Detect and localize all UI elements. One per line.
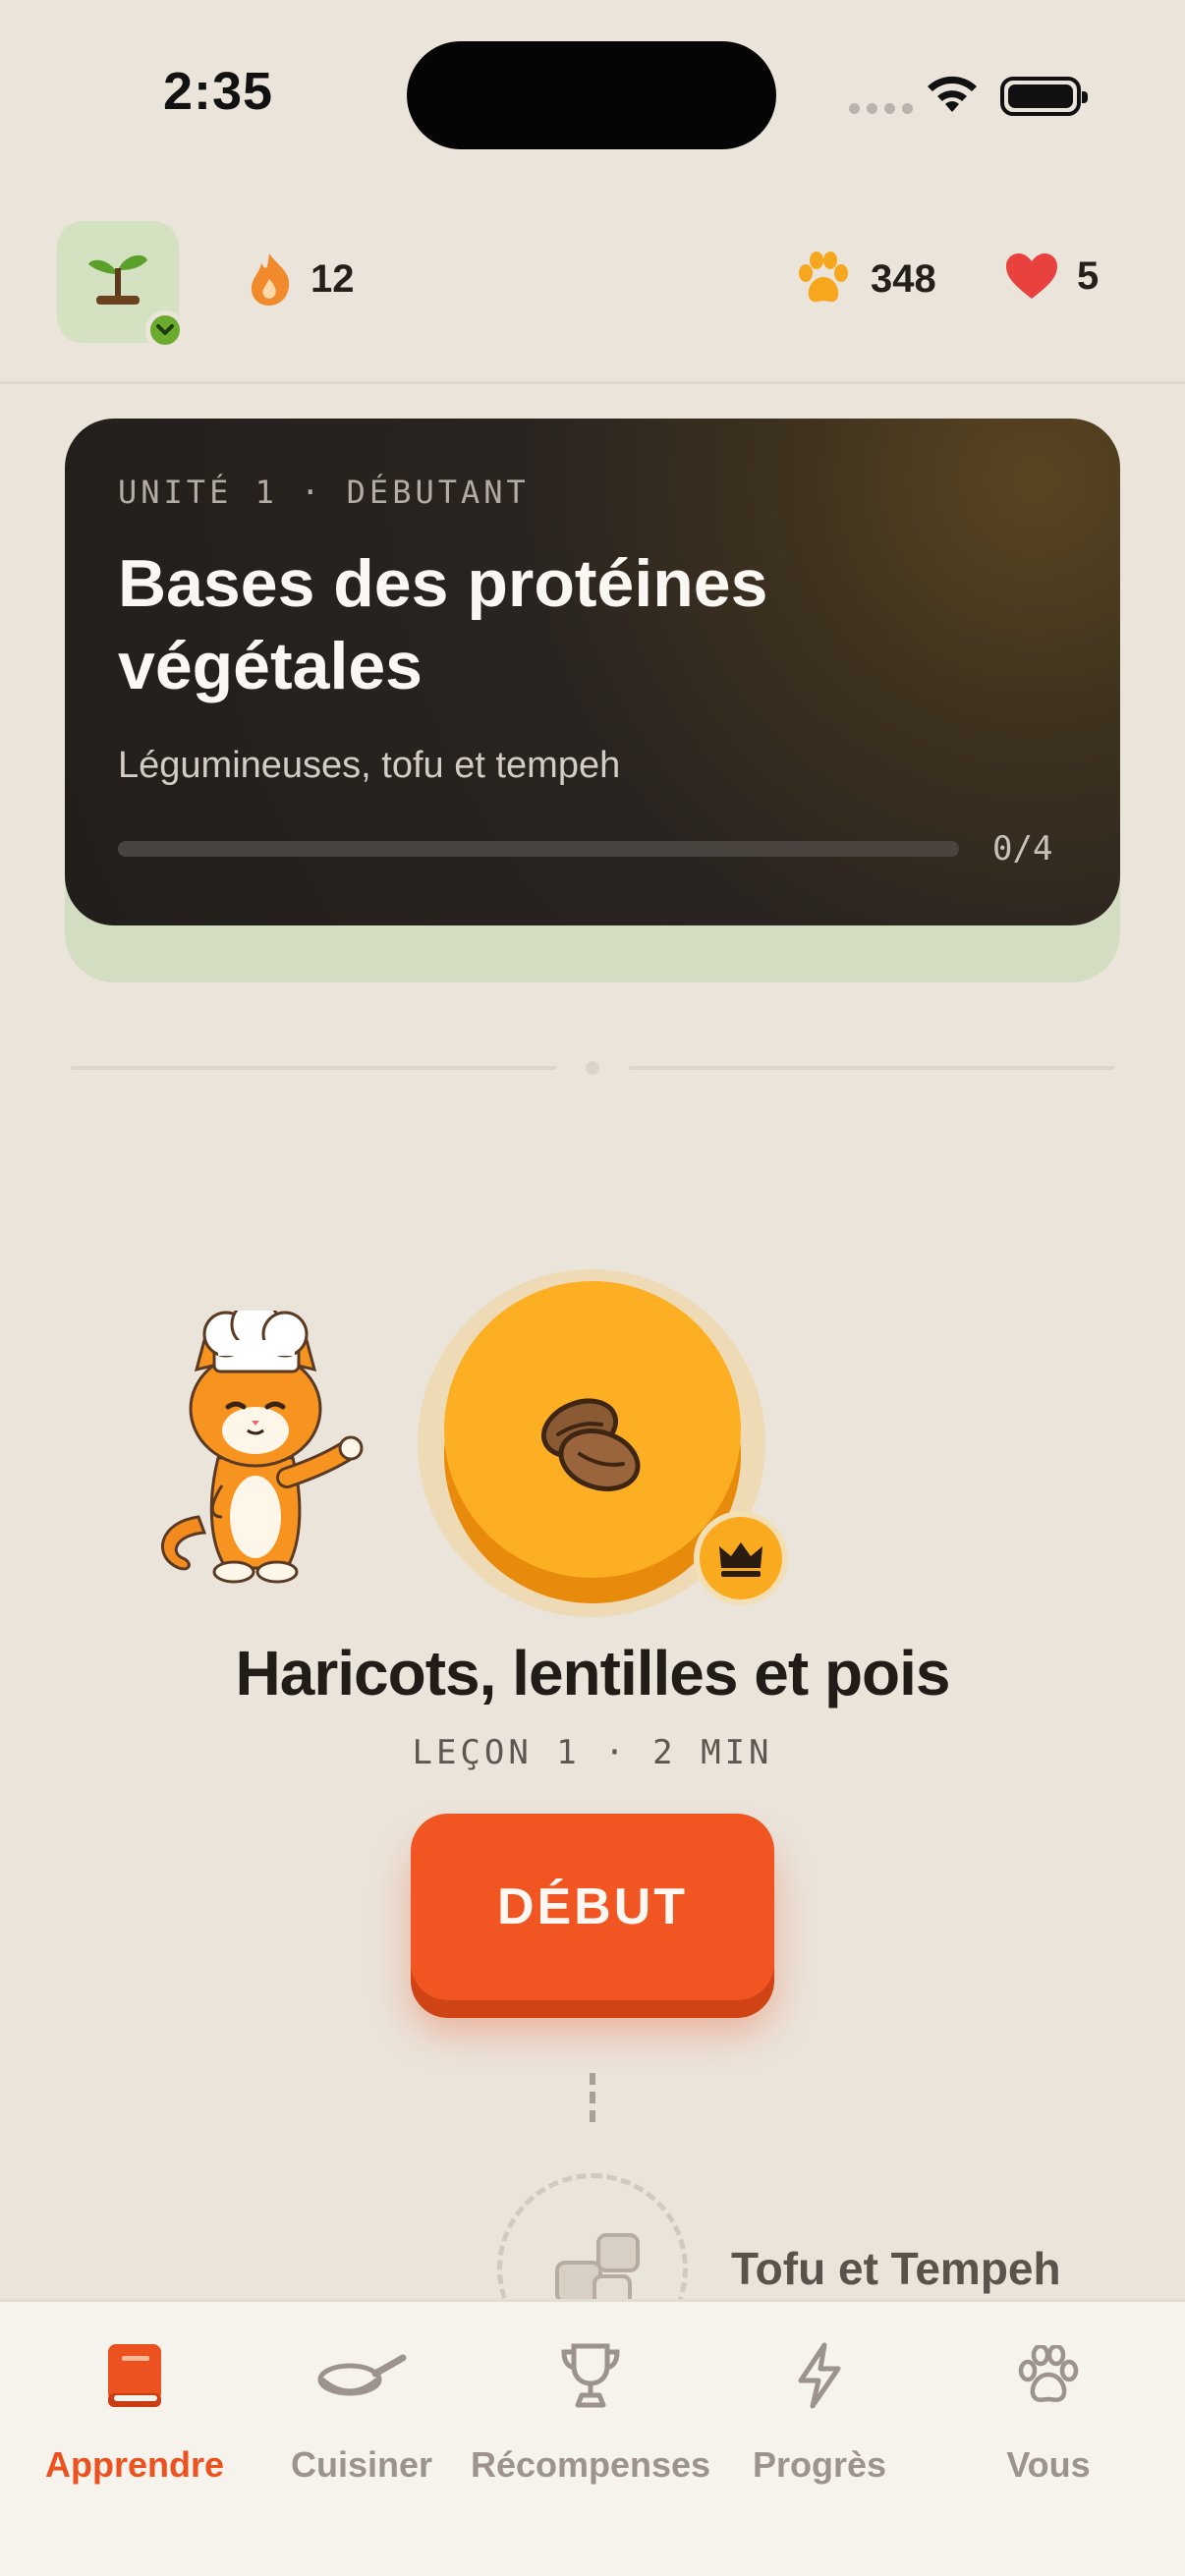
streak-counter[interactable]: 12 [248, 252, 355, 307]
tab-recompenses-label: Récompenses [470, 2444, 711, 2485]
battery-icon [1000, 77, 1088, 116]
tab-cuisiner[interactable]: Cuisiner [263, 2338, 460, 2486]
status-time: 2:35 [163, 62, 274, 121]
section-divider-right [629, 1066, 1114, 1070]
lesson-title: Haricots, lentilles et pois [235, 1638, 951, 1708]
tab-cuisiner-label: Cuisiner [290, 2444, 433, 2485]
flame-icon [251, 253, 290, 306]
paw-icon [1018, 2345, 1079, 2402]
section-divider-left [71, 1066, 556, 1070]
unit-eyebrow: UNITÉ 1 · DÉBUTANT [118, 474, 530, 511]
paws-count: 348 [871, 256, 936, 301]
paw-icon [799, 252, 848, 303]
start-lesson-button[interactable]: DÉBUT [411, 1814, 774, 2000]
cellular-signal-icon [849, 103, 913, 114]
tab-progres-label: Progrès [752, 2444, 887, 2485]
unit-title: Bases des protéines végétales [118, 546, 768, 703]
header-divider [0, 381, 1185, 384]
crown-badge [694, 1511, 788, 1605]
unit-progress-bar [118, 841, 959, 857]
unit-progress-text: 0/4 [992, 829, 1053, 868]
path-connector [590, 2073, 595, 2122]
unit-card[interactable]: UNITÉ 1 · DÉBUTANT Bases des protéines v… [65, 419, 1120, 925]
dynamic-island [407, 41, 776, 149]
tab-vous[interactable]: Vous [950, 2338, 1147, 2486]
book-icon [108, 2344, 161, 2407]
tab-vous-label: Vous [1006, 2444, 1091, 2485]
chef-cat-mascot [161, 1311, 364, 1584]
lesson-meta: LEÇON 1 · 2 MIN [412, 1733, 773, 1772]
heart-icon [1006, 253, 1057, 299]
sprout-icon [88, 254, 147, 305]
next-lesson-title: Tofu et Tempeh [731, 2243, 1061, 2294]
paws-counter[interactable]: 348 [794, 252, 936, 307]
wifi-icon [928, 76, 977, 112]
frying-pan-icon [317, 2354, 407, 2396]
hearts-counter[interactable]: 5 [1004, 252, 1099, 301]
tab-apprendre[interactable]: Apprendre [36, 2338, 233, 2486]
hearts-count: 5 [1077, 253, 1100, 298]
beans-icon [540, 1398, 641, 1491]
trophy-icon [561, 2343, 620, 2408]
tab-progres[interactable]: Progrès [721, 2338, 918, 2486]
check-badge-icon [145, 310, 185, 350]
lightning-icon [798, 2342, 841, 2409]
crown-icon [719, 1542, 762, 1577]
streak-count: 12 [310, 256, 355, 301]
tab-apprendre-label: Apprendre [44, 2444, 225, 2485]
section-divider-dot [586, 1061, 599, 1075]
unit-subtitle: Légumineuses, tofu et tempeh [118, 745, 621, 786]
tab-recompenses[interactable]: Récompenses [471, 2338, 710, 2486]
